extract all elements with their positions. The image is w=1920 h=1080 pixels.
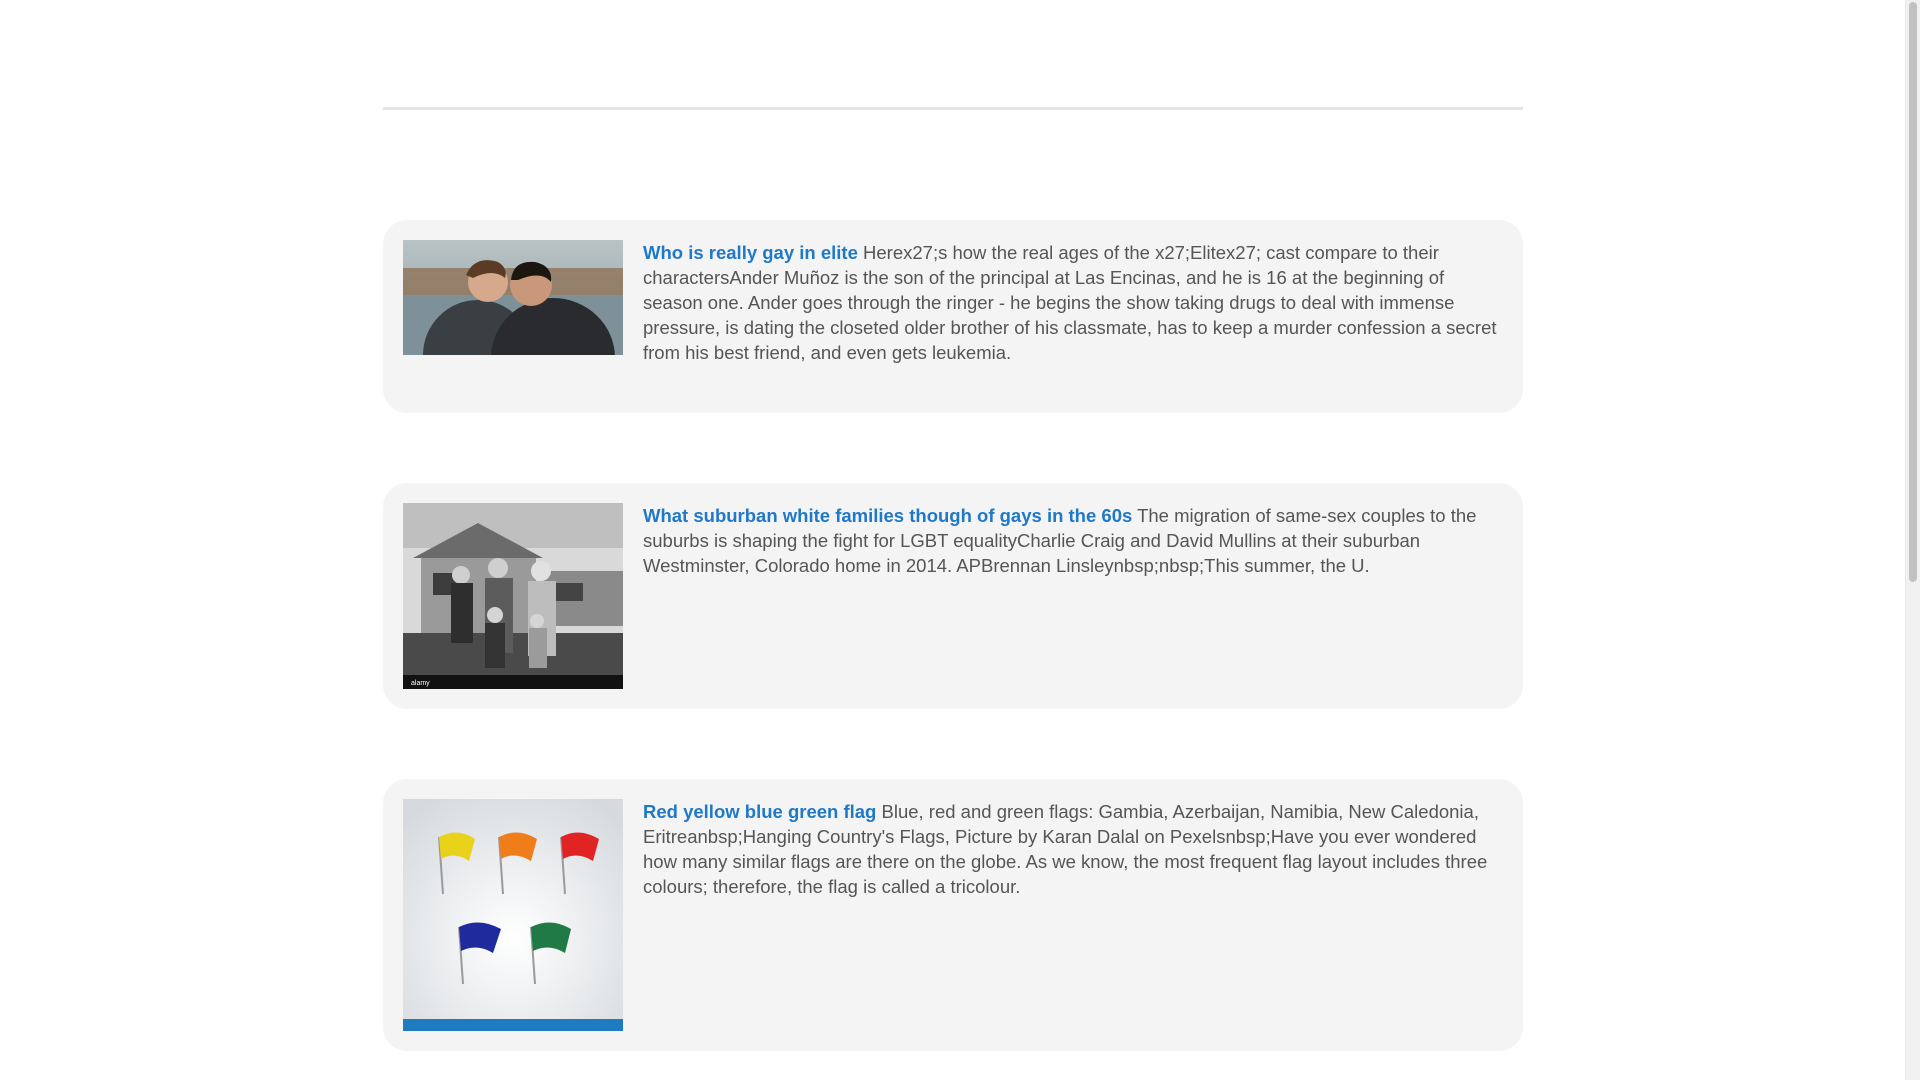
article-text: Who is really gay in elite Herex27;s how… — [643, 240, 1503, 365]
article-thumbnail-image[interactable] — [403, 799, 623, 1031]
article-title-link[interactable]: Red yellow blue green flag — [643, 801, 876, 822]
article-text: What suburban white families though of g… — [643, 503, 1503, 578]
photo-family-house: alamy — [403, 503, 623, 689]
article-card: Red yellow blue green flag Blue, red and… — [383, 779, 1523, 1051]
article-card: alamy What suburban white families thoug… — [383, 483, 1523, 709]
article-thumbnail-image[interactable] — [403, 240, 623, 355]
viewport: Who is really gay in elite Herex27;s how… — [0, 0, 1920, 1080]
page-content: Who is really gay in elite Herex27;s how… — [383, 0, 1523, 1051]
watermark-text: alamy — [411, 680, 430, 687]
scrollbar-thumb[interactable] — [1909, 2, 1917, 582]
article-thumbnail-image[interactable]: alamy — [403, 503, 623, 689]
photo-two-men — [403, 240, 623, 355]
article-card: Who is really gay in elite Herex27;s how… — [383, 220, 1523, 413]
article-title-link[interactable]: What suburban white families though of g… — [643, 505, 1132, 526]
article-text: Red yellow blue green flag Blue, red and… — [643, 799, 1503, 899]
article-title-link[interactable]: Who is really gay in elite — [643, 242, 858, 263]
photo-colored-flags — [403, 799, 623, 1031]
vertical-scrollbar[interactable] — [1905, 0, 1920, 1080]
header-bar — [383, 0, 1523, 110]
